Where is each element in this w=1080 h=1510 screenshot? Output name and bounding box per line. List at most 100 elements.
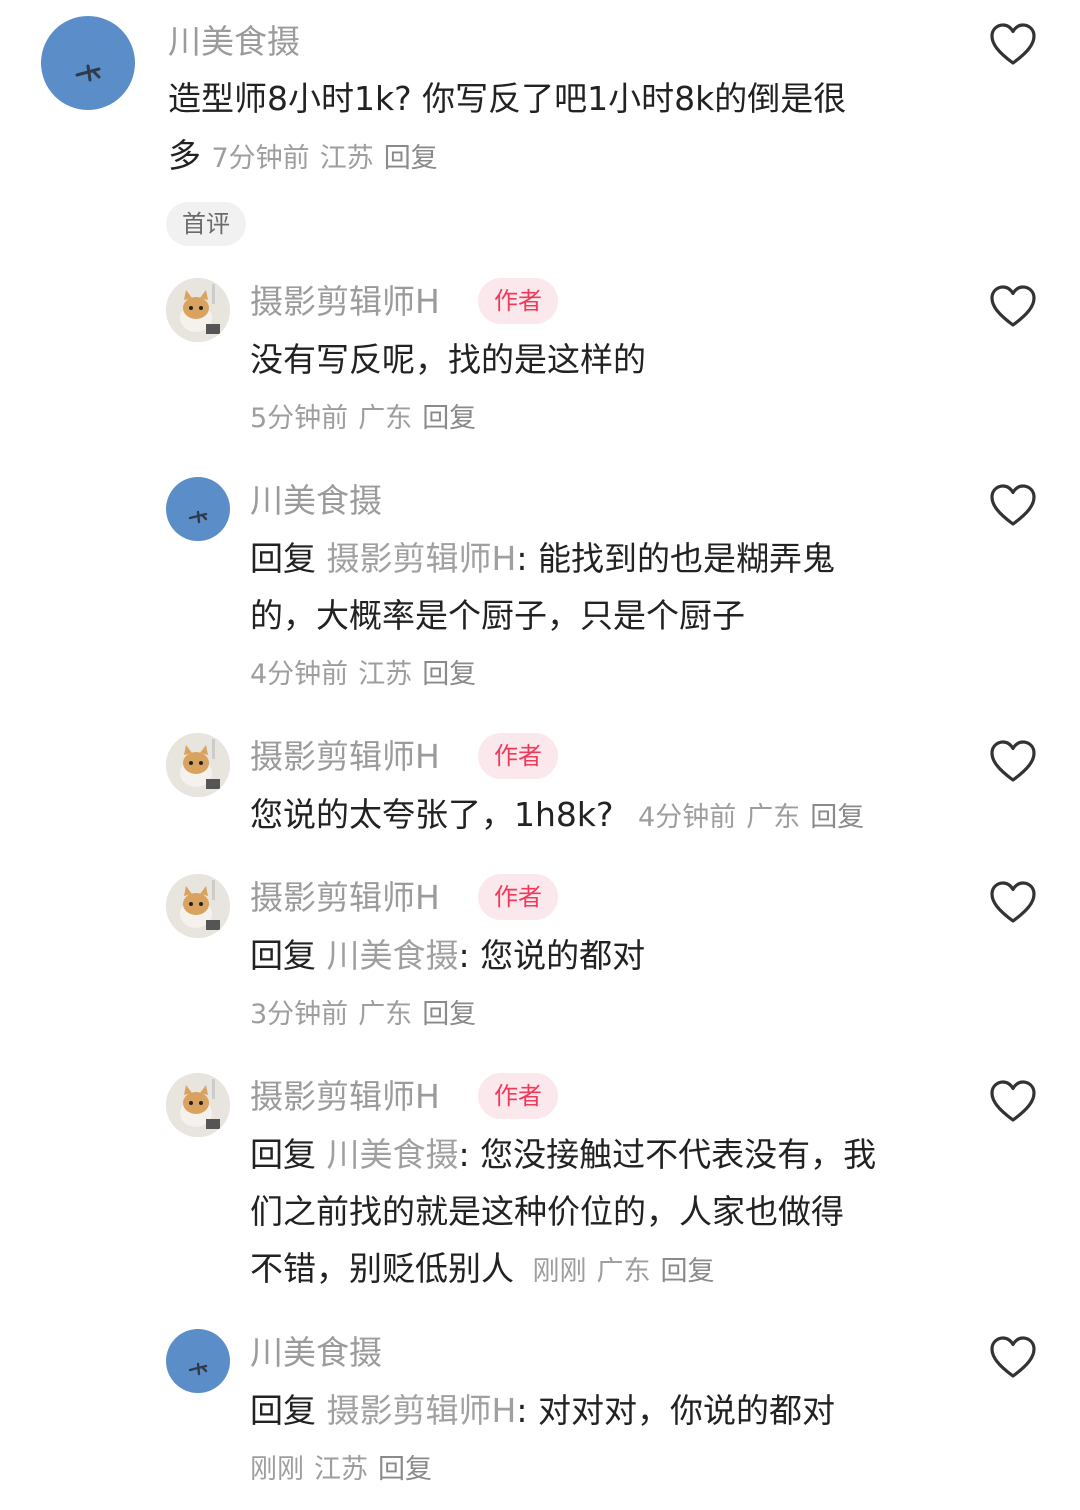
comment-location: 江苏	[319, 143, 374, 174]
user-avatar[interactable]	[166, 1073, 230, 1137]
reply-colon: :	[458, 1135, 470, 1174]
reply-username[interactable]: 川美食摄	[250, 480, 382, 522]
reply-button[interactable]: 回复	[384, 143, 438, 174]
heart-outline-icon	[990, 484, 1036, 526]
reply-meta: 刚刚 江苏 回复	[250, 1450, 442, 1490]
mentioned-user[interactable]: 摄影剪辑师H	[327, 539, 517, 578]
reply-username[interactable]: 摄影剪辑师H	[250, 281, 440, 323]
user-avatar[interactable]	[166, 733, 230, 797]
like-button[interactable]	[988, 482, 1038, 528]
reply-location: 广东	[358, 403, 413, 434]
reply-button[interactable]: 回复	[422, 659, 476, 690]
reply-button[interactable]: 回复	[422, 403, 476, 434]
comment-text-line: 造型师8小时1k? 你写反了吧1小时8k的倒是很	[168, 79, 847, 118]
user-avatar[interactable]	[166, 1329, 230, 1393]
reply-text: 没有写反呢，找的是这样的	[250, 340, 646, 379]
reply-username[interactable]: 摄影剪辑师H	[250, 736, 440, 778]
user-avatar[interactable]	[41, 16, 135, 110]
reply-text: 回复 摄影剪辑师H: 对对对，你说的都对	[250, 1382, 835, 1439]
reply-meta: 4分钟前 江苏 回复	[250, 655, 486, 695]
reply-text-content: 对对对，你说的都对	[527, 1391, 835, 1430]
author-badge: 作者	[478, 278, 558, 324]
first-comment-tag: 首评	[166, 202, 246, 246]
reply-location: 广东	[596, 1256, 651, 1287]
like-button[interactable]	[988, 1334, 1038, 1380]
reply-item: 摄影剪辑师H 作者 您说的太夸张了，1h8k? 4分钟前 广东 回复	[0, 733, 1080, 843]
reply-username[interactable]: 川美食摄	[250, 1332, 382, 1374]
reply-time: 4分钟前	[250, 659, 349, 690]
reply-location: 江苏	[314, 1454, 368, 1485]
comment-text: 造型师8小时1k? 你写反了吧1小时8k的倒是很 多 7分钟前 江苏 回复	[168, 70, 968, 187]
reply-time: 3分钟前	[250, 999, 349, 1030]
heart-outline-icon	[990, 285, 1036, 327]
comment-username[interactable]: 川美食摄	[168, 21, 300, 63]
heart-outline-icon	[990, 1080, 1036, 1122]
reply-text-content: 您说的都对	[469, 936, 646, 975]
reply-text-line: 回复 川美食摄: 您没接触过不代表没有，我	[250, 1126, 970, 1183]
like-button[interactable]	[988, 1078, 1038, 1124]
reply-prefix: 回复	[250, 1391, 316, 1430]
reply-text: 回复 川美食摄: 您没接触过不代表没有，我 们之前找的就是这种价位的，人家也做得…	[250, 1126, 970, 1300]
reply-text: 您说的太夸张了，1h8k? 4分钟前 广东 回复	[250, 786, 874, 846]
reply-prefix: 回复	[250, 1135, 316, 1174]
reply-item: 川美食摄 回复 摄影剪辑师H: 能找到的也是糊弄鬼 的，大概率是个厨子，只是个厨…	[0, 477, 1080, 707]
reply-meta: 5分钟前 广东 回复	[250, 399, 486, 439]
reply-time: 5分钟前	[250, 403, 349, 434]
reply-button[interactable]: 回复	[810, 802, 864, 833]
like-button[interactable]	[988, 283, 1038, 329]
reply-colon: :	[458, 936, 470, 975]
reply-item: 摄影剪辑师H 作者 没有写反呢，找的是这样的 5分钟前 广东 回复	[0, 278, 1080, 448]
reply-text: 回复 川美食摄: 您说的都对	[250, 927, 645, 984]
reply-button[interactable]: 回复	[661, 1256, 715, 1287]
reply-time: 4分钟前	[638, 802, 737, 833]
reply-meta: 4分钟前 广东 回复	[638, 802, 874, 833]
like-button[interactable]	[988, 21, 1038, 67]
heart-outline-icon	[990, 881, 1036, 923]
reply-colon: :	[516, 1391, 528, 1430]
reply-meta: 3分钟前 广东 回复	[250, 995, 486, 1035]
heart-outline-icon	[990, 1336, 1036, 1378]
like-button[interactable]	[988, 738, 1038, 784]
reply-time: 刚刚	[250, 1454, 304, 1485]
comment-top: 川美食摄 造型师8小时1k? 你写反了吧1小时8k的倒是很 多 7分钟前 江苏 回复…	[0, 0, 1080, 260]
user-avatar[interactable]	[166, 477, 230, 541]
like-button[interactable]	[988, 879, 1038, 925]
reply-prefix: 回复	[250, 936, 316, 975]
reply-location: 广东	[358, 999, 413, 1030]
reply-text-tail: 不错，别贬低别人	[250, 1249, 514, 1288]
mentioned-user[interactable]: 川美食摄	[327, 936, 459, 975]
reply-text-content: 您没接触过不代表没有，我	[469, 1135, 877, 1174]
reply-text-line: 的，大概率是个厨子，只是个厨子	[250, 596, 745, 635]
reply-username[interactable]: 摄影剪辑师H	[250, 1076, 440, 1118]
reply-text-content: 您说的太夸张了，1h8k?	[250, 795, 614, 834]
reply-button[interactable]: 回复	[422, 999, 476, 1030]
mentioned-user[interactable]: 摄影剪辑师H	[327, 1391, 517, 1430]
author-badge: 作者	[478, 733, 558, 779]
reply-meta: 刚刚 广东 回复	[533, 1256, 725, 1287]
comment-meta: 7分钟前 江苏 回复	[212, 143, 448, 174]
reply-item: 川美食摄 回复 摄影剪辑师H: 对对对，你说的都对 刚刚 江苏 回复	[0, 1329, 1080, 1504]
reply-location: 江苏	[358, 659, 413, 690]
author-badge: 作者	[478, 874, 558, 920]
reply-button[interactable]: 回复	[378, 1454, 432, 1485]
reply-text-line: 不错，别贬低别人 刚刚 广东 回复	[250, 1240, 970, 1300]
heart-outline-icon	[990, 740, 1036, 782]
reply-location: 广东	[746, 802, 801, 833]
comment-text-line: 多 7分钟前 江苏 回复	[168, 127, 968, 187]
reply-text-content: 能找到的也是糊弄鬼	[527, 539, 835, 578]
reply-item: 摄影剪辑师H 作者 回复 川美食摄: 您说的都对 3分钟前 广东 回复	[0, 874, 1080, 1044]
reply-prefix: 回复	[250, 539, 316, 578]
comment-text-tail: 多	[168, 136, 201, 175]
reply-time: 刚刚	[532, 1256, 587, 1287]
user-avatar[interactable]	[166, 874, 230, 938]
reply-text-line: 回复 摄影剪辑师H: 能找到的也是糊弄鬼	[250, 530, 950, 587]
reply-text: 回复 摄影剪辑师H: 能找到的也是糊弄鬼 的，大概率是个厨子，只是个厨子	[250, 530, 950, 644]
author-badge: 作者	[478, 1073, 558, 1119]
heart-outline-icon	[990, 23, 1036, 65]
reply-username[interactable]: 摄影剪辑师H	[250, 877, 440, 919]
reply-colon: :	[516, 539, 528, 578]
reply-item: 摄影剪辑师H 作者 回复 川美食摄: 您没接触过不代表没有，我 们之前找的就是这…	[0, 1073, 1080, 1303]
mentioned-user[interactable]: 川美食摄	[327, 1135, 459, 1174]
user-avatar[interactable]	[166, 278, 230, 342]
comment-time: 7分钟前	[211, 143, 310, 174]
